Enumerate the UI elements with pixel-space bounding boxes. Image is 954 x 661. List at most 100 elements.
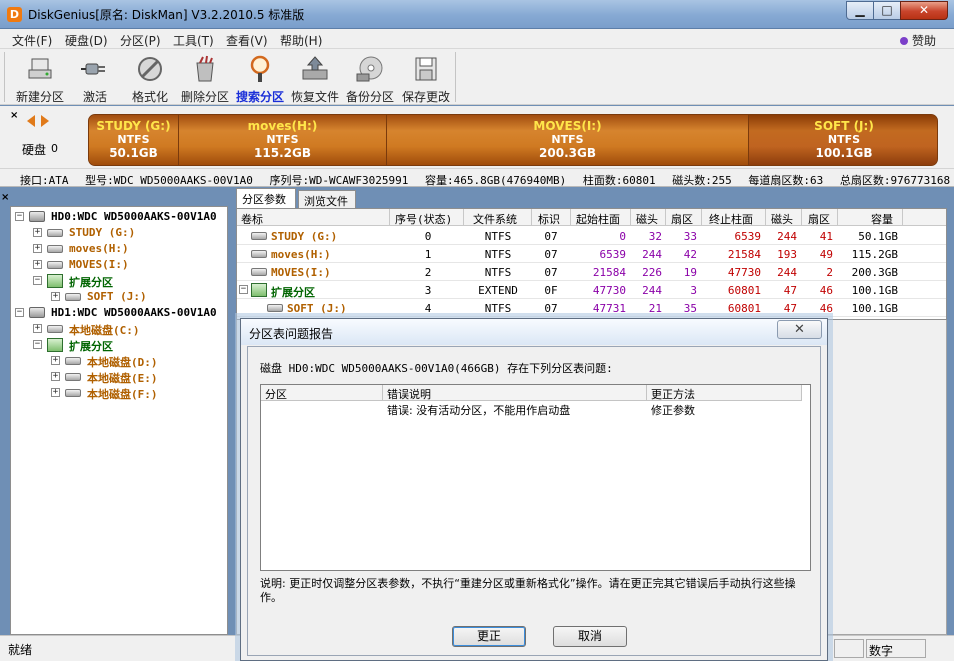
- delete-partition-button[interactable]: 删除分区: [177, 52, 233, 104]
- column-header-partition[interactable]: 分区: [261, 385, 383, 401]
- partition-icon: [65, 373, 81, 381]
- minimize-button[interactable]: ▁: [846, 1, 874, 20]
- column-header-start-sec[interactable]: 扇区: [671, 211, 693, 227]
- expand-icon[interactable]: +: [51, 356, 60, 365]
- column-separator: [389, 209, 390, 226]
- column-header-fs[interactable]: 文件系统: [473, 211, 517, 227]
- column-header-id[interactable]: 标识: [538, 211, 560, 227]
- sponsor-link[interactable]: 赞助: [899, 32, 936, 49]
- disk-segment-study[interactable]: STUDY (G:) NTFS 50.1GB: [89, 115, 179, 165]
- menu-partition[interactable]: 分区(P): [120, 32, 161, 49]
- window-title: DiskGenius[原名: DiskMan] V3.2.2010.5 标准版: [28, 8, 305, 22]
- collapse-icon[interactable]: −: [15, 308, 24, 317]
- menu-bar: 文件(F) 硬盘(D) 分区(P) 工具(T) 查看(V) 帮助(H) 赞助: [0, 29, 954, 49]
- column-header-end-cyl[interactable]: 终止柱面: [709, 211, 753, 227]
- table-row[interactable]: SOFT (J:) 4 NTFS 07 47731 21 35 60801 47…: [237, 299, 946, 317]
- disk-segment-moves-i[interactable]: MOVES(I:) NTFS 200.3GB: [387, 115, 749, 165]
- backup-partition-button[interactable]: 备份分区: [342, 52, 398, 104]
- column-separator: [765, 209, 766, 226]
- collapse-icon[interactable]: −: [33, 276, 42, 285]
- table-row[interactable]: STUDY (G:) 0 NTFS 07 0 32 33 6539 244 41…: [237, 227, 946, 245]
- column-header-end-head[interactable]: 磁头: [771, 211, 793, 227]
- disk-segment-moves-h[interactable]: moves(H:) NTFS 115.2GB: [179, 115, 387, 165]
- maximize-button[interactable]: □: [873, 1, 901, 20]
- expand-icon[interactable]: +: [33, 260, 42, 269]
- column-header-start-cyl[interactable]: 起始柱面: [576, 211, 620, 227]
- table-row[interactable]: MOVES(I:) 2 NTFS 07 21584 226 19 47730 2…: [237, 263, 946, 281]
- recover-file-icon: [302, 56, 328, 80]
- activate-button[interactable]: 激活: [67, 52, 123, 104]
- menu-tools[interactable]: 工具(T): [173, 32, 214, 49]
- disk-panel-close-icon[interactable]: ×: [10, 110, 18, 121]
- table-row[interactable]: − 扩展分区 3 EXTEND 0F 47730 244 3 60801 47 …: [237, 281, 946, 299]
- disk-partition-bar: STUDY (G:) NTFS 50.1GB moves(H:) NTFS 11…: [88, 114, 938, 166]
- correct-button[interactable]: 更正: [452, 626, 526, 647]
- tree-close-icon[interactable]: ×: [1, 192, 9, 203]
- next-disk-arrow-icon[interactable]: [41, 115, 49, 127]
- expand-icon[interactable]: +: [33, 324, 42, 333]
- disk-sectors-per-track: 每道扇区数:63: [748, 174, 824, 187]
- disk-interface: 接口:ATA: [20, 174, 69, 187]
- tree-node-hd1[interactable]: − HD1:WDC WD5000AAKS-00V1A0: [15, 305, 227, 321]
- column-header-label[interactable]: 卷标: [241, 211, 263, 227]
- column-header-size[interactable]: 容量: [871, 211, 893, 227]
- column-separator: [665, 209, 666, 226]
- recover-files-button[interactable]: 恢复文件: [287, 52, 343, 104]
- partition-icon: [47, 229, 63, 237]
- disk-model: 型号:WDC WD5000AAKS-00V1A0: [85, 174, 253, 187]
- column-separator: [701, 209, 702, 226]
- hard-disk-icon: [29, 211, 45, 222]
- expand-icon[interactable]: +: [51, 388, 60, 397]
- status-text: 就绪: [8, 643, 33, 657]
- partition-icon: [267, 304, 283, 312]
- tree-node-hd0[interactable]: − HD0:WDC WD5000AAKS-00V1A0: [15, 209, 227, 225]
- collapse-icon[interactable]: −: [15, 212, 24, 221]
- column-separator: [837, 209, 838, 226]
- sponsor-icon: [899, 37, 908, 45]
- column-separator: [902, 209, 903, 226]
- column-header-start-head[interactable]: 磁头: [636, 211, 658, 227]
- expand-icon[interactable]: +: [51, 372, 60, 381]
- menu-help[interactable]: 帮助(H): [280, 32, 322, 49]
- disk-capacity: 容量:465.8GB(476940MB): [425, 174, 567, 187]
- plug-icon: [81, 63, 105, 75]
- tab-partition-params[interactable]: 分区参数: [236, 188, 296, 208]
- partition-icon: [47, 325, 63, 333]
- extended-partition-icon: [251, 283, 267, 297]
- column-header-index[interactable]: 序号(状态): [395, 211, 452, 227]
- prev-disk-arrow-icon[interactable]: [27, 115, 35, 127]
- app-icon: D: [7, 7, 22, 22]
- menu-view[interactable]: 查看(V): [226, 32, 268, 49]
- table-row[interactable]: moves(H:) 1 NTFS 07 6539 244 42 21584 19…: [237, 245, 946, 263]
- new-partition-button[interactable]: 新建分区: [12, 52, 68, 104]
- column-header-end-sec[interactable]: 扇区: [808, 211, 830, 227]
- collapse-icon[interactable]: −: [33, 340, 42, 349]
- search-partition-button[interactable]: 搜索分区: [232, 52, 288, 104]
- column-separator: [463, 209, 464, 226]
- cancel-button[interactable]: 取消: [553, 626, 627, 647]
- dialog-body: 磁盘 HD0:WDC WD5000AAKS-00V1A0(466GB) 存在下列…: [247, 346, 821, 656]
- column-header-fix[interactable]: 更正方法: [647, 385, 802, 401]
- column-header-error[interactable]: 错误说明: [383, 385, 647, 401]
- expand-icon[interactable]: +: [51, 292, 60, 301]
- disk-number: 0: [51, 142, 58, 155]
- extended-partition-icon: [47, 338, 63, 352]
- column-separator: [630, 209, 631, 226]
- collapse-icon[interactable]: −: [239, 285, 248, 294]
- toolbar-separator: [455, 52, 456, 102]
- menu-disk[interactable]: 硬盘(D): [65, 32, 108, 49]
- tab-browse-files[interactable]: 浏览文件: [298, 190, 356, 208]
- save-changes-button[interactable]: 保存更改: [398, 52, 454, 104]
- dialog-message: 磁盘 HD0:WDC WD5000AAKS-00V1A0(466GB) 存在下列…: [260, 362, 613, 375]
- format-button[interactable]: 格式化: [122, 52, 178, 104]
- problem-fix: 修正参数: [651, 404, 695, 417]
- menu-file[interactable]: 文件(F): [12, 32, 52, 49]
- close-button[interactable]: ✕: [900, 1, 948, 20]
- problems-list[interactable]: 分区 错误说明 更正方法 错误: 没有活动分区，不能用作启动盘 修正参数: [260, 384, 811, 571]
- save-icon: [415, 57, 437, 81]
- dialog-close-button[interactable]: ✕: [777, 320, 822, 339]
- expand-icon[interactable]: +: [33, 228, 42, 237]
- expand-icon[interactable]: +: [33, 244, 42, 253]
- disk-segment-soft[interactable]: SOFT (J:) NTFS 100.1GB: [749, 115, 937, 165]
- dialog-title-bar: 分区表问题报告 ✕: [241, 319, 827, 345]
